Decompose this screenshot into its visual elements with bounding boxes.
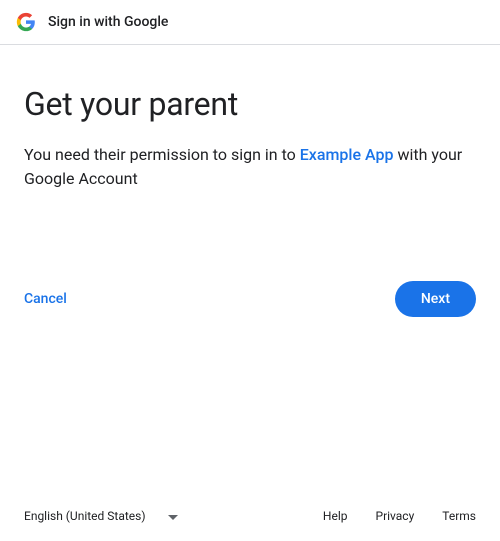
language-selector[interactable]: English (United States): [24, 509, 178, 523]
terms-link[interactable]: Terms: [442, 509, 476, 523]
language-label: English (United States): [24, 509, 146, 523]
description-prefix: You need their permission to sign in to: [24, 145, 300, 164]
header-bar: Sign in with Google: [0, 0, 500, 45]
page-heading: Get your parent: [24, 85, 476, 123]
footer: English (United States) Help Privacy Ter…: [0, 497, 500, 541]
chevron-down-icon: [168, 509, 178, 523]
main-content: Get your parent You need their permissio…: [0, 45, 500, 497]
google-logo-icon: [16, 12, 36, 32]
action-row: Cancel Next: [24, 281, 476, 317]
help-link[interactable]: Help: [323, 509, 348, 523]
description-text: You need their permission to sign in to …: [24, 143, 476, 191]
footer-links: Help Privacy Terms: [323, 509, 476, 523]
privacy-link[interactable]: Privacy: [376, 509, 415, 523]
next-button[interactable]: Next: [395, 281, 476, 317]
cancel-button[interactable]: Cancel: [24, 283, 67, 315]
app-name-link[interactable]: Example App: [300, 145, 394, 164]
header-title: Sign in with Google: [48, 14, 168, 30]
